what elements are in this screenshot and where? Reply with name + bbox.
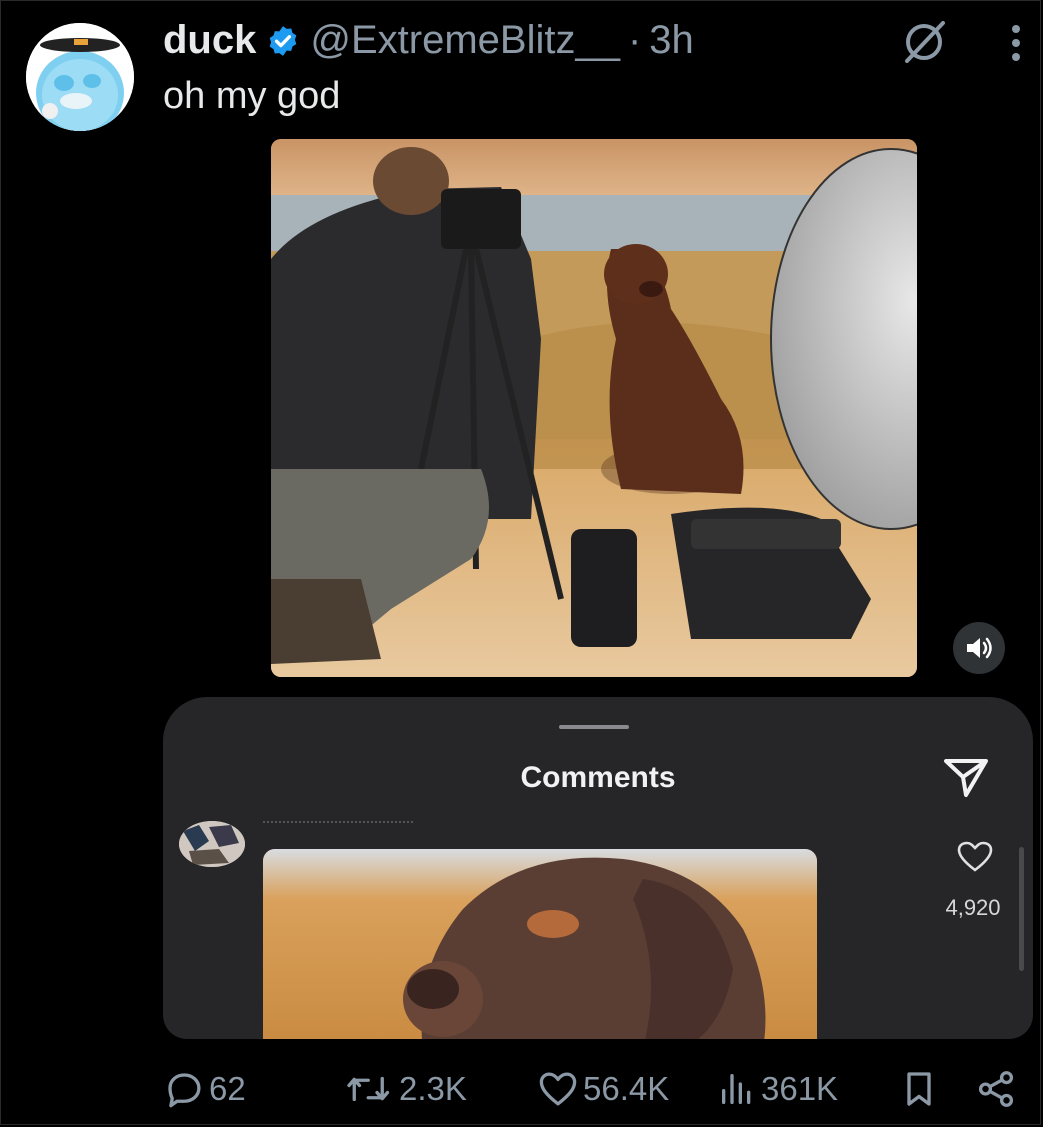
author-name[interactable]: duck xyxy=(163,18,256,63)
views-icon xyxy=(722,1074,751,1104)
repost-icon xyxy=(347,1076,390,1102)
like-button[interactable]: 56.4K xyxy=(537,1061,669,1117)
scrollbar[interactable] xyxy=(1019,847,1024,971)
verified-badge-icon xyxy=(266,23,300,57)
reply-icon xyxy=(168,1073,201,1108)
bookmark-button[interactable] xyxy=(899,1061,943,1117)
tweet-header: duck @ExtremeBlitz__ · 3h xyxy=(163,15,694,65)
comment-like-count: 4,920 xyxy=(945,895,1001,920)
reply-button[interactable]: 62 xyxy=(163,1061,246,1117)
heart-icon xyxy=(539,1072,577,1106)
separator-dot: · xyxy=(627,17,642,62)
repost-count: 2.3K xyxy=(399,1070,467,1107)
video-area xyxy=(163,139,1033,699)
bookmark-icon xyxy=(907,1072,931,1106)
commenter-avatar[interactable] xyxy=(179,821,245,867)
action-bar: 62 2.3K 56.4K 361K xyxy=(163,1061,1023,1117)
share-button[interactable] xyxy=(975,1061,1021,1117)
sheet-drag-handle[interactable] xyxy=(559,725,629,729)
author-handle[interactable]: @ExtremeBlitz__ xyxy=(310,18,620,63)
views-button[interactable]: 361K xyxy=(717,1061,838,1117)
heart-icon[interactable] xyxy=(957,841,993,873)
timestamp[interactable]: 3h xyxy=(649,18,694,63)
repost-button[interactable]: 2.3K xyxy=(345,1061,467,1117)
grok-icon[interactable] xyxy=(901,19,947,65)
share-icon xyxy=(978,1071,1014,1107)
tweet-text: oh my god xyxy=(163,75,341,117)
author-avatar[interactable] xyxy=(26,23,134,131)
video-player[interactable] xyxy=(271,139,917,677)
more-icon[interactable] xyxy=(1003,21,1029,65)
send-icon[interactable] xyxy=(941,753,991,801)
reply-count: 62 xyxy=(209,1070,246,1107)
comments-title: Comments xyxy=(520,761,676,794)
view-count: 361K xyxy=(761,1070,839,1107)
volume-icon[interactable] xyxy=(953,622,1005,674)
like-count: 56.4K xyxy=(583,1070,670,1107)
comment-image[interactable] xyxy=(263,849,817,1039)
comments-sheet: Comments 4,920 xyxy=(163,697,1033,1039)
tweet-container: duck @ExtremeBlitz__ · 3h oh my god Comm… xyxy=(0,0,1041,1125)
tweet-media[interactable]: Comments 4,920 xyxy=(163,139,1033,1039)
commenter-name-placeholder xyxy=(263,821,413,823)
